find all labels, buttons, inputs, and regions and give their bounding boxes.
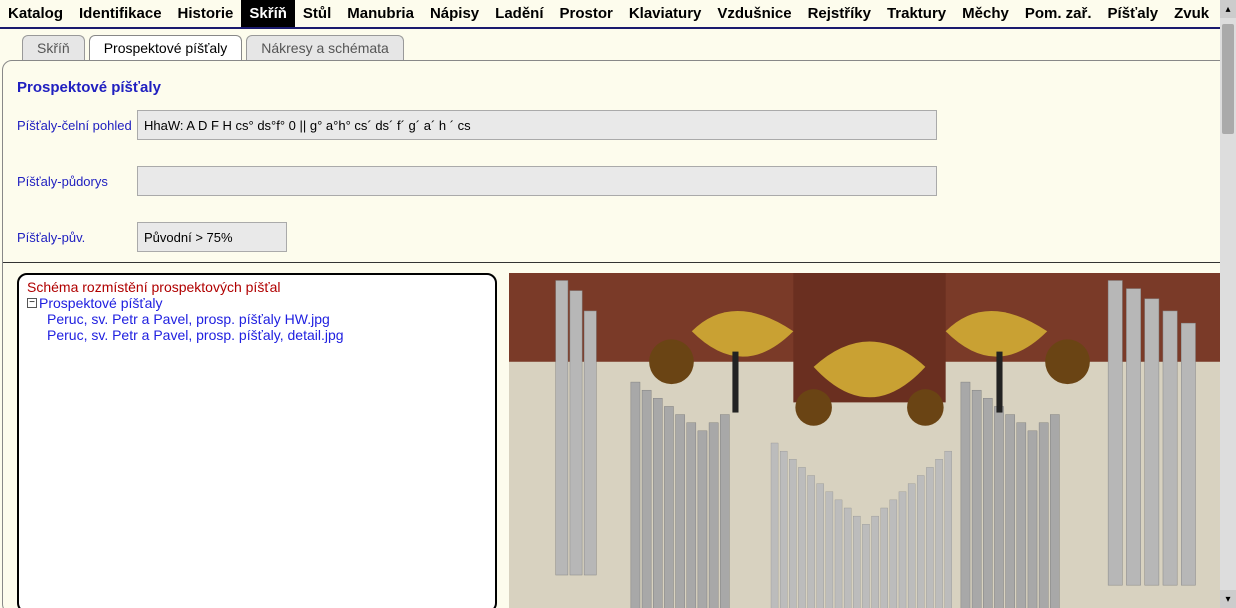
label-puv: Píšťaly-pův.: [17, 230, 137, 245]
scroll-up-icon[interactable]: [1220, 0, 1236, 18]
divider: [3, 262, 1230, 263]
label-pudorys: Píšťaly-půdorys: [17, 174, 137, 189]
nav-item[interactable]: Rejstříky: [800, 0, 879, 27]
input-celni-pohled[interactable]: [137, 110, 937, 140]
nav-item[interactable]: Skříň: [241, 0, 295, 27]
row-celni-pohled: Píšťaly-čelní pohled: [3, 110, 1230, 140]
nav-item[interactable]: Identifikace: [71, 0, 170, 27]
sub-tabs: SkříňProspektové píšťalyNákresy a schéma…: [0, 29, 1236, 60]
tree-folder-line: − Prospektové píšťaly: [27, 295, 487, 311]
nav-item[interactable]: Vzdušnice: [709, 0, 799, 27]
organ-image: [509, 273, 1230, 608]
tab[interactable]: Prospektové píšťaly: [89, 35, 243, 60]
tree-heading: Schéma rozmístění prospektových píšťal: [27, 279, 487, 295]
tree-item[interactable]: Peruc, sv. Petr a Pavel, prosp. píšťaly …: [27, 311, 487, 327]
nav-item[interactable]: Pom. zař.: [1017, 0, 1100, 27]
scroll-down-icon[interactable]: [1220, 590, 1236, 608]
section-title: Prospektové píšťaly: [3, 79, 1230, 110]
nav-item[interactable]: Klaviatury: [621, 0, 710, 27]
lower-area: Schéma rozmístění prospektových píšťal −…: [3, 273, 1230, 608]
image-preview: [509, 273, 1230, 608]
nav-item[interactable]: Prostor: [552, 0, 621, 27]
collapse-icon[interactable]: −: [27, 298, 37, 308]
input-pudorys[interactable]: [137, 166, 937, 196]
nav-item[interactable]: Píšťaly: [1100, 0, 1167, 27]
label-celni-pohled: Píšťaly-čelní pohled: [17, 118, 137, 133]
nav-item[interactable]: Ladění: [487, 0, 551, 27]
row-puv: Píšťaly-pův.: [3, 222, 1230, 252]
scrollbar[interactable]: [1220, 0, 1236, 608]
tab[interactable]: Nákresy a schémata: [246, 35, 404, 60]
input-puv[interactable]: [137, 222, 287, 252]
nav-item[interactable]: Nápisy: [422, 0, 487, 27]
tree-box: Schéma rozmístění prospektových píšťal −…: [17, 273, 497, 608]
main-nav: KatalogIdentifikaceHistorieSkříňStůlManu…: [0, 0, 1236, 29]
row-pudorys: Píšťaly-půdorys: [3, 166, 1230, 196]
nav-item[interactable]: Stůl: [295, 0, 339, 27]
nav-item[interactable]: Traktury: [879, 0, 954, 27]
tree-folder[interactable]: Prospektové píšťaly: [39, 295, 163, 311]
tab[interactable]: Skříň: [22, 35, 85, 60]
nav-item[interactable]: Manubria: [339, 0, 422, 27]
nav-item[interactable]: Zvuk: [1166, 0, 1217, 27]
nav-item[interactable]: Katalog: [0, 0, 71, 27]
nav-item[interactable]: Historie: [170, 0, 242, 27]
nav-item[interactable]: Měchy: [954, 0, 1017, 27]
tree-item[interactable]: Peruc, sv. Petr a Pavel, prosp. píšťaly,…: [27, 327, 487, 343]
scroll-thumb[interactable]: [1222, 24, 1234, 134]
content-panel: Prospektové píšťaly Píšťaly-čelní pohled…: [2, 60, 1231, 608]
